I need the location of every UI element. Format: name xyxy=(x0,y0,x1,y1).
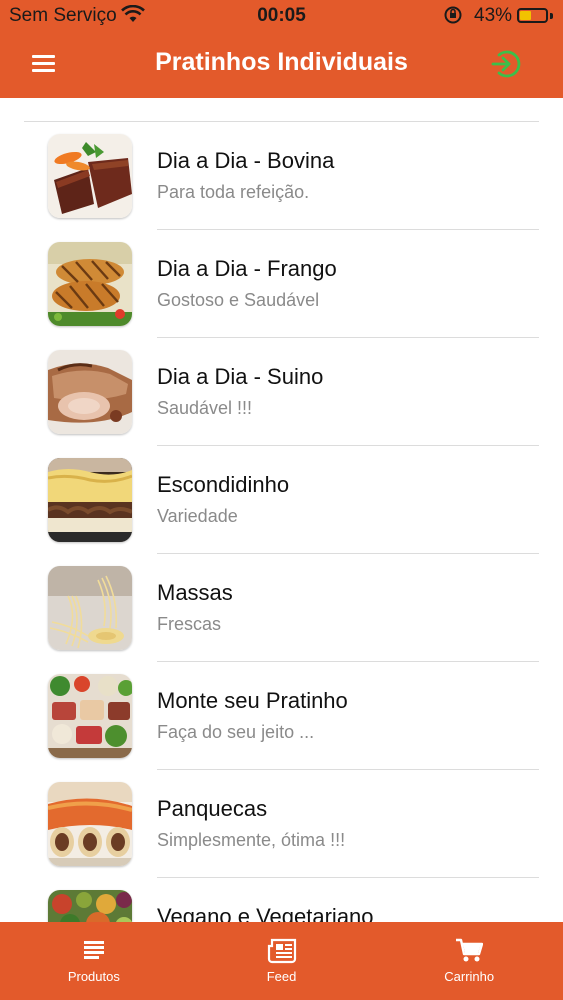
grilled-chicken-photo xyxy=(48,242,132,326)
list-item[interactable]: Massas Frescas xyxy=(0,554,563,662)
tab-label: Carrinho xyxy=(444,969,495,984)
battery-level xyxy=(520,11,531,20)
pancakes-photo xyxy=(48,782,132,866)
tab-carrinho[interactable]: Carrinho xyxy=(375,922,563,1000)
item-description: Variedade xyxy=(157,506,238,526)
item-description: Faça do seu jeito ... xyxy=(157,722,315,742)
item-name: Vegano e Vegetariano xyxy=(157,904,374,922)
login-icon[interactable] xyxy=(488,47,522,81)
list-item[interactable]: Dia a Dia - Bovina Para toda refeição. xyxy=(0,122,563,230)
product-list: Dia a Dia - Bovina Para toda refeição. D… xyxy=(0,98,563,922)
escondidinho-photo xyxy=(48,458,132,542)
list-item[interactable]: Dia a Dia - Suino Saudável !!! xyxy=(0,338,563,446)
item-description: Para toda refeição. xyxy=(157,182,310,202)
list-item[interactable]: Panquecas Simplesmente, ótima !!! xyxy=(0,770,563,878)
tab-label: Feed xyxy=(266,969,297,984)
item-name: Monte seu Pratinho xyxy=(157,688,348,713)
battery-tip xyxy=(550,13,553,19)
list-item[interactable]: Vegano e Vegetariano xyxy=(0,878,563,922)
item-description: Frescas xyxy=(157,614,222,634)
list-item[interactable]: Escondidinho Variedade xyxy=(0,446,563,554)
page-title: Pratinhos Individuais xyxy=(155,48,408,76)
newspaper-icon xyxy=(267,938,296,964)
item-description: Gostoso e Saudável xyxy=(157,290,320,310)
tab-label: Produtos xyxy=(67,969,120,984)
list-item[interactable]: Dia a Dia - Frango Gostoso e Saudável xyxy=(0,230,563,338)
item-name: Dia a Dia - Frango xyxy=(157,256,337,281)
cart-icon xyxy=(456,938,484,962)
vegetables-photo xyxy=(48,890,132,922)
tab-produtos[interactable]: Produtos xyxy=(0,922,188,1000)
battery-percent: 43% xyxy=(474,5,513,26)
item-name: Massas xyxy=(157,580,233,605)
item-name: Panquecas xyxy=(157,796,268,821)
food-platter-photo xyxy=(48,674,132,758)
list-item[interactable]: Monte seu Pratinho Faça do seu jeito ... xyxy=(0,662,563,770)
tab-feed[interactable]: Feed xyxy=(188,922,376,1000)
orientation-lock-icon xyxy=(443,5,463,31)
app-bar: Pratinhos Individuais xyxy=(0,30,563,98)
item-name: Dia a Dia - Bovina xyxy=(157,148,335,173)
item-description: Saudável !!! xyxy=(157,398,253,418)
fresh-pasta-photo xyxy=(48,566,132,650)
beef-steak-photo xyxy=(48,134,132,218)
item-description: Simplesmente, ótima !!! xyxy=(157,830,346,850)
roast-pork-photo xyxy=(48,350,132,434)
tab-bar: Produtos Feed Carrinho xyxy=(0,922,563,1000)
item-name: Dia a Dia - Suino xyxy=(157,364,324,389)
item-name: Escondidinho xyxy=(157,472,290,497)
status-bar: Sem Serviço 00:05 43% xyxy=(0,0,563,30)
battery-icon xyxy=(517,8,548,23)
list-icon xyxy=(83,941,104,959)
